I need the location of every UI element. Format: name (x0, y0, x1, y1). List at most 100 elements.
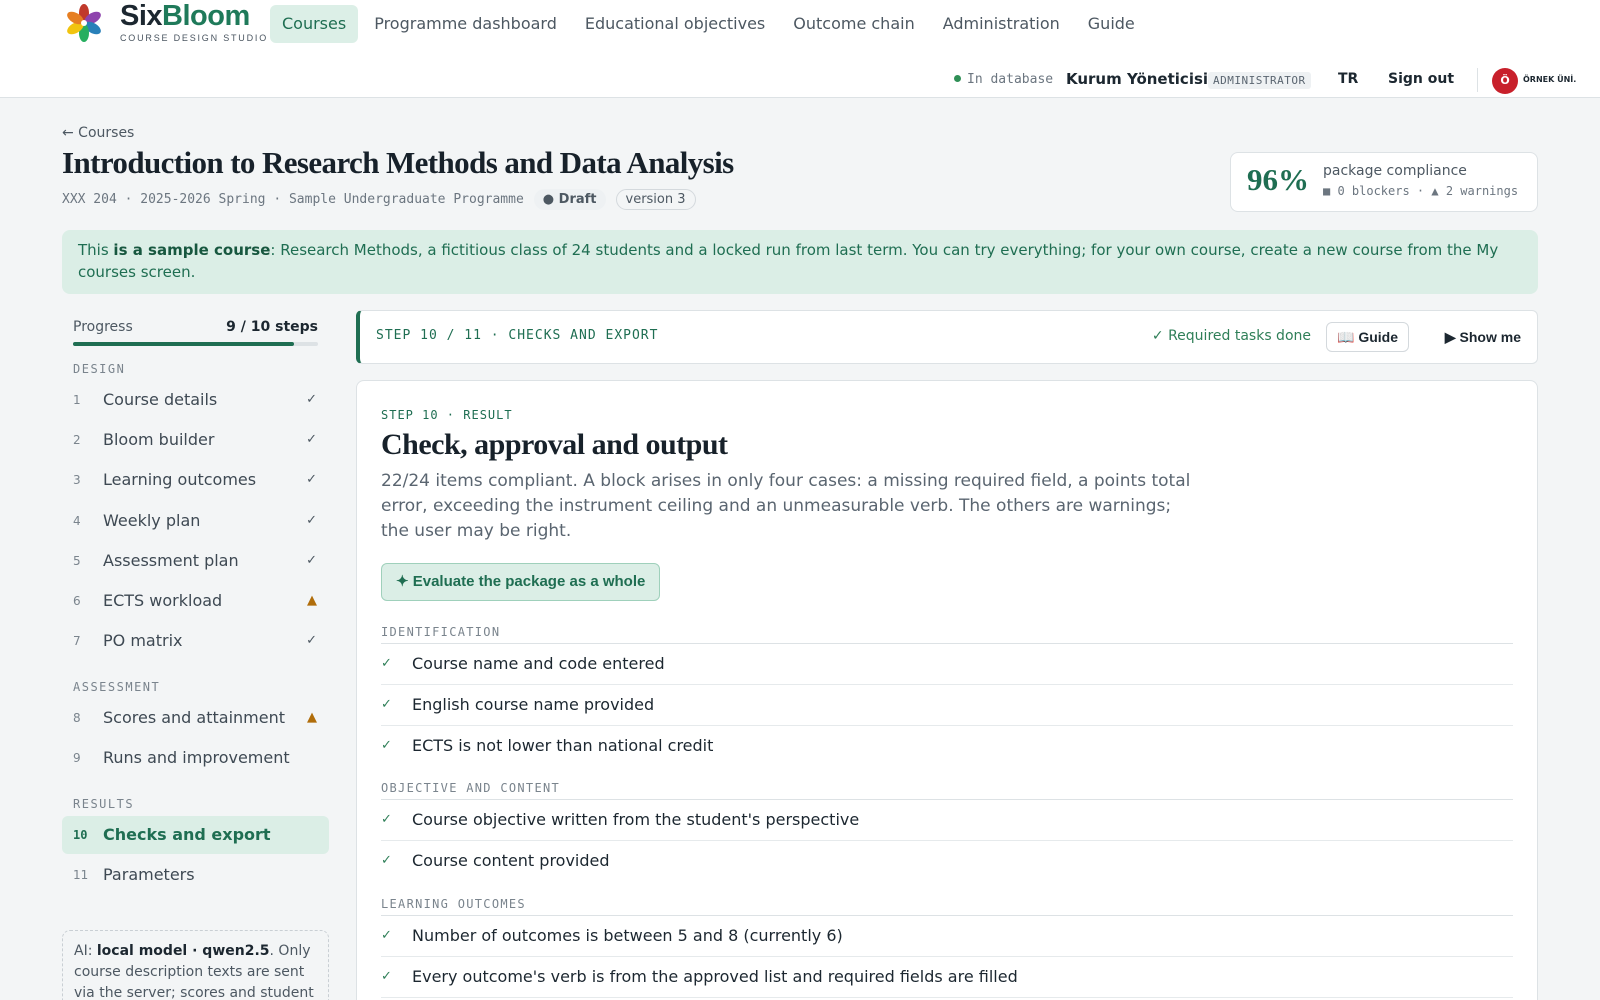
nav-educational-objectives[interactable]: Educational objectives (573, 5, 777, 43)
nav-outcome-chain[interactable]: Outcome chain (781, 5, 926, 43)
section-title: Check, approval and output (381, 428, 728, 461)
check-icon: ✓ (306, 553, 317, 568)
check-item-text: ECTS is not lower than national credit (412, 736, 714, 755)
sidebar-step-bloom-builder[interactable]: 2 Bloom builder ✓ (62, 421, 329, 459)
show-me-button[interactable]: ▶ Show me (1445, 322, 1521, 352)
step-eyebrow: STEP 10 · RESULT (381, 408, 513, 422)
check-item: ✓ English course name provided (381, 685, 1513, 726)
step-number: 8 (73, 711, 81, 725)
step-number: 7 (73, 634, 81, 648)
sidebar-step-course-details[interactable]: 1 Course details ✓ (62, 381, 329, 419)
university-name: ÖRNEK ÜNİ. (1523, 75, 1577, 84)
steps-sidebar: Progress 9 / 10 steps DESIGN 1 Course de… (62, 310, 329, 1000)
step-number: 11 (73, 868, 89, 882)
bloom-logo-icon (67, 4, 101, 42)
section-description: 22/24 items compliant. A block arises in… (381, 471, 1191, 541)
sidebar-step-runs-and-improvement[interactable]: 9 Runs and improvement (62, 739, 329, 777)
required-tasks-status: ✓ Required tasks done (1151, 328, 1311, 344)
step-label: Runs and improvement (103, 748, 290, 767)
course-meta: XXX 204 · 2025-2026 Spring · Sample Unde… (62, 189, 696, 210)
compliance-card: 96% package compliance ■ 0 blockers · ▲ … (1230, 152, 1538, 212)
check-icon: ✓ (381, 928, 392, 943)
progress-count: 9 / 10 steps (226, 319, 318, 335)
sidebar-step-po-matrix[interactable]: 7 PO matrix ✓ (62, 622, 329, 660)
user-role-badge: ADMINISTRATOR (1208, 72, 1311, 89)
check-icon: ✓ (306, 513, 317, 528)
brand-name: SixBloom (120, 0, 250, 32)
main-nav: Courses Programme dashboard Educational … (270, 5, 1147, 43)
progress-bar (73, 342, 318, 346)
step-number: 1 (73, 393, 81, 407)
user-bar: In database Kurum Yöneticisi ADMINISTRAT… (820, 62, 1600, 98)
evaluate-package-button[interactable]: ✦ Evaluate the package as a whole (381, 563, 661, 601)
check-icon: ✓ (306, 432, 317, 447)
db-status: In database (954, 72, 1053, 87)
banner-emphasis: is a sample course (113, 241, 271, 259)
version-badge[interactable]: version 3 (615, 189, 696, 210)
sidebar-step-ects-workload[interactable]: 6 ECTS workload ▲ (62, 582, 329, 620)
sidebar-step-assessment-plan[interactable]: 5 Assessment plan ✓ (62, 542, 329, 580)
compliance-stats: ■ 0 blockers · ▲ 2 warnings (1323, 184, 1519, 198)
check-icon: ✓ (381, 812, 392, 827)
nav-administration[interactable]: Administration (931, 5, 1072, 43)
check-icon: ✓ (381, 969, 392, 984)
page-title: Introduction to Research Methods and Dat… (62, 145, 734, 180)
section-label-objective-and-content: OBJECTIVE AND CONTENT (381, 781, 1513, 800)
language-toggle[interactable]: TR (1338, 71, 1358, 87)
check-item: ✓ Course name and code entered (381, 644, 1513, 685)
check-item-text: Course content provided (412, 851, 610, 870)
check-icon: ✓ (306, 472, 317, 487)
check-item: ✓ Course content provided (381, 841, 1513, 882)
status-badge: ● Draft (533, 189, 606, 210)
step-number: 9 (73, 751, 81, 765)
check-item: ✓ Number of outcomes is between 5 and 8 … (381, 916, 1513, 957)
check-icon: ✓ (306, 392, 317, 407)
nav-courses[interactable]: Courses (270, 5, 359, 43)
guide-button[interactable]: 📖 Guide (1326, 322, 1409, 352)
sign-out-button[interactable]: Sign out (1388, 71, 1454, 87)
step-label: Scores and attainment (103, 708, 286, 727)
top-navigation-bar: SixBloom COURSE DESIGN STUDIO Courses Pr… (0, 0, 1600, 98)
sidebar-step-learning-outcomes[interactable]: 3 Learning outcomes ✓ (62, 461, 329, 499)
back-to-courses-link[interactable]: ← Courses (62, 125, 134, 141)
sidebar-step-scores-and-attainment[interactable]: 8 Scores and attainment ▲ (62, 699, 329, 737)
status-dot-icon (954, 75, 961, 82)
group-label-results: RESULTS (73, 797, 135, 811)
step-number: 6 (73, 594, 81, 608)
brand-subtitle: COURSE DESIGN STUDIO (120, 33, 269, 43)
sample-course-banner: This is a sample course: Research Method… (62, 230, 1538, 294)
checks-card: STEP 10 · RESULT Check, approval and out… (356, 380, 1538, 1000)
section-label-identification: IDENTIFICATION (381, 625, 1513, 644)
section-label-learning-outcomes: LEARNING OUTCOMES (381, 897, 1513, 916)
check-item: ✓ ECTS is not lower than national credit (381, 726, 1513, 767)
nav-guide[interactable]: Guide (1076, 5, 1147, 43)
warning-icon: ▲ (307, 710, 317, 725)
warning-icon: ▲ (307, 593, 317, 608)
step-number: 4 (73, 514, 81, 528)
step-label: Weekly plan (103, 511, 201, 530)
step-label: Learning outcomes (103, 470, 257, 489)
check-item-text: Course objective written from the studen… (412, 810, 860, 829)
step-label: PO matrix (103, 631, 183, 650)
brand[interactable]: SixBloom COURSE DESIGN STUDIO (120, 0, 268, 43)
step-number: 3 (73, 473, 81, 487)
step-header-label: STEP 10 / 11 · CHECKS AND EXPORT (376, 328, 659, 343)
sidebar-step-checks-and-export[interactable]: 10 Checks and export (62, 816, 329, 854)
check-item-text: Every outcome's verb is from the approve… (412, 967, 1018, 986)
check-icon: ✓ (306, 633, 317, 648)
check-item: ✓ Every outcome's verb is from the appro… (381, 957, 1513, 998)
check-icon: ✓ (381, 656, 392, 671)
progress-bar-fill (73, 342, 294, 346)
check-item-text: English course name provided (412, 695, 655, 714)
university-logo-icon: Ö (1492, 68, 1518, 94)
group-label-design: DESIGN (73, 362, 126, 376)
nav-programme-dashboard[interactable]: Programme dashboard (362, 5, 569, 43)
sidebar-step-weekly-plan[interactable]: 4 Weekly plan ✓ (62, 502, 329, 540)
check-item-text: Course name and code entered (412, 654, 665, 673)
sidebar-step-parameters[interactable]: 11 Parameters (62, 856, 329, 894)
check-item-text: Number of outcomes is between 5 and 8 (c… (412, 926, 843, 945)
step-number: 2 (73, 433, 81, 447)
ai-model-name: local model · qwen2.5 (96, 943, 270, 959)
step-label: Bloom builder (103, 430, 215, 449)
user-name: Kurum Yöneticisi (1066, 70, 1209, 88)
